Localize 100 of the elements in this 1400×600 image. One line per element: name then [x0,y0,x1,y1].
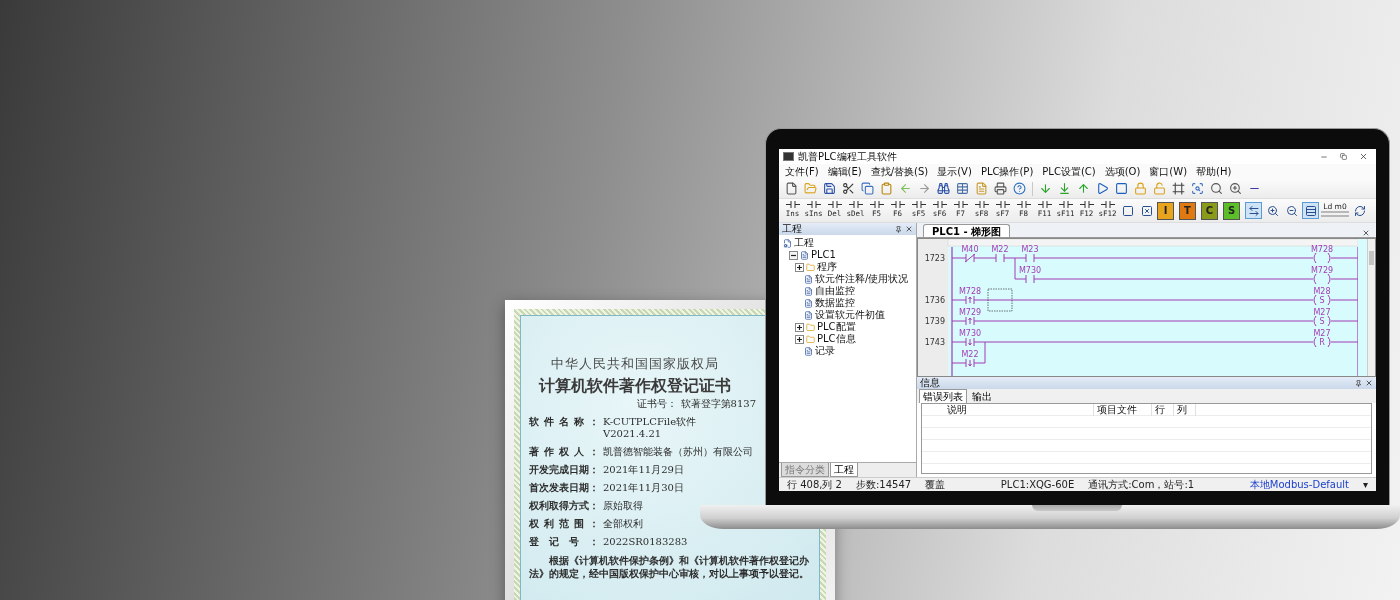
toolbar-button[interactable] [954,180,971,197]
certificate-title: 计算机软件著作权登记证书 [537,376,732,396]
contact-icon [1058,199,1073,209]
tree-item[interactable]: PLC配置 [817,321,856,333]
contact-icon [1037,199,1052,209]
rows-icon [1304,204,1317,217]
coil-label: M28 [1313,287,1331,296]
coil-label: M729 [1310,266,1334,275]
menu-item[interactable]: 编辑(E) [827,165,862,178]
tool-button[interactable] [1302,202,1319,219]
tree-item[interactable]: PLC信息 [817,333,856,345]
contact-icon [827,199,842,209]
download-line-icon [1058,182,1071,195]
contact-icon [1016,199,1031,209]
toolbar-button[interactable] [1170,180,1187,197]
contact-label: M22 [961,350,979,359]
folder-icon [806,334,815,344]
contact-icon [1079,199,1094,209]
crossed-square-icon [1140,204,1153,217]
coil-symbol [1313,273,1331,285]
unlock-icon [1153,182,1166,195]
contact-icon [932,199,947,209]
contact-icon [911,199,926,209]
toolbar-button[interactable] [1011,180,1028,197]
tree-item[interactable]: 数据监控 [815,297,855,309]
menu-item[interactable]: 文件(F) [785,165,819,178]
pin-icon[interactable] [895,225,902,233]
contact-label: M22 [991,245,1009,254]
expander-icon[interactable] [795,334,804,344]
menu-item[interactable]: PLC操作(P) [980,165,1034,178]
toolbar-button[interactable] [1227,180,1244,197]
instruction-button[interactable]: I [1157,201,1174,220]
frame-icon [1172,182,1185,195]
info-tab[interactable]: 错误列表 [919,389,967,403]
scrollbar[interactable] [1367,239,1375,376]
pin-icon[interactable] [1355,379,1362,387]
coil-operation: S [1319,296,1325,305]
certificate-paragraph: 根据《计算机软件保护条例》和《计算机软件著作权登记办法》的规定，经中国版权保护中心审核，对以上事项予以登记。 [529,554,810,580]
toolbar-button[interactable] [935,180,952,197]
close-icon[interactable] [905,225,913,233]
field-value: K-CUTPLCFile软件 [603,416,697,428]
column-header: 项目文件 [1094,404,1152,416]
document-tab[interactable]: PLC1 - 梯形图 [923,224,1011,237]
menu-item[interactable]: 窗口(W) [1149,165,1188,178]
column-header: 说明 [944,404,1094,416]
expander-icon[interactable] [789,250,798,260]
tree-item[interactable]: 记录 [815,345,835,357]
tool-button[interactable] [1245,202,1262,219]
panel-tab[interactable]: 工程 [830,463,858,477]
instruction-button[interactable]: C [1201,201,1218,220]
menu-item[interactable]: 选项(O) [1104,165,1141,178]
run-icon [1096,182,1109,195]
toolbar-button[interactable] [1208,180,1225,197]
forward-arrow-icon [918,182,931,195]
coil-label: M728 [1310,245,1334,254]
window-title: 凯普PLC编程工具软件 [798,150,898,164]
coil-symbol [1313,252,1331,264]
tree-item[interactable]: 程序 [817,261,837,273]
info-tab[interactable]: 输出 [968,389,996,403]
panel-tab[interactable]: 指令分类 [781,463,829,477]
tree-item[interactable]: 自由监控 [815,285,855,297]
toolbar-button[interactable] [821,180,838,197]
contact-label: M730 [1018,266,1042,275]
expander-icon[interactable] [795,322,804,332]
tree-item[interactable]: 工程 [794,237,814,249]
contact-symbol [965,337,975,347]
tree-item[interactable]: 设置软元件初值 [815,309,885,321]
expander-icon[interactable] [795,262,804,272]
toolbar-button[interactable] [992,180,1009,197]
contact-symbol [964,253,976,263]
menu-item[interactable]: 显示(V) [937,165,972,178]
menu-item[interactable]: 帮助(H) [1196,165,1232,178]
status-text: 本地Modbus-Default [1249,478,1349,491]
instruction-button[interactable]: S [1223,201,1240,220]
tree-item[interactable]: PLC1 [811,249,836,261]
menu-item[interactable]: PLC设置(C) [1042,165,1096,178]
contact-icon [848,199,863,209]
status-text: 步数:14547 [856,478,912,491]
field-value: V2021.4.21 [603,428,663,440]
coil-label: M27 [1313,308,1331,317]
contact-label: M728 [958,287,982,296]
contact-icon [1100,199,1115,209]
instruction-button[interactable]: T [1179,201,1196,220]
close-icon[interactable] [1365,379,1373,387]
toolbar-button[interactable] [1113,180,1130,197]
toolbar-button[interactable] [859,180,876,197]
tree-item[interactable]: 软元件注释/使用状况 [815,273,909,285]
menu-item[interactable]: 查找/替换(S) [870,165,929,178]
document-icon [804,274,813,284]
status-text: PLC1:XQG-60E [1000,478,1075,491]
search-icon [937,182,950,195]
contact-icon [869,199,884,209]
field-label: 权利取得方式： [529,500,599,512]
download-arrow-icon [1039,182,1052,195]
arrows-icon [1247,204,1260,217]
close-icon[interactable] [1362,229,1370,237]
restore-icon [1340,153,1347,160]
document-icon [804,346,813,356]
field-value: 2021年11月29日 [603,464,684,476]
contact-symbol [965,358,975,368]
